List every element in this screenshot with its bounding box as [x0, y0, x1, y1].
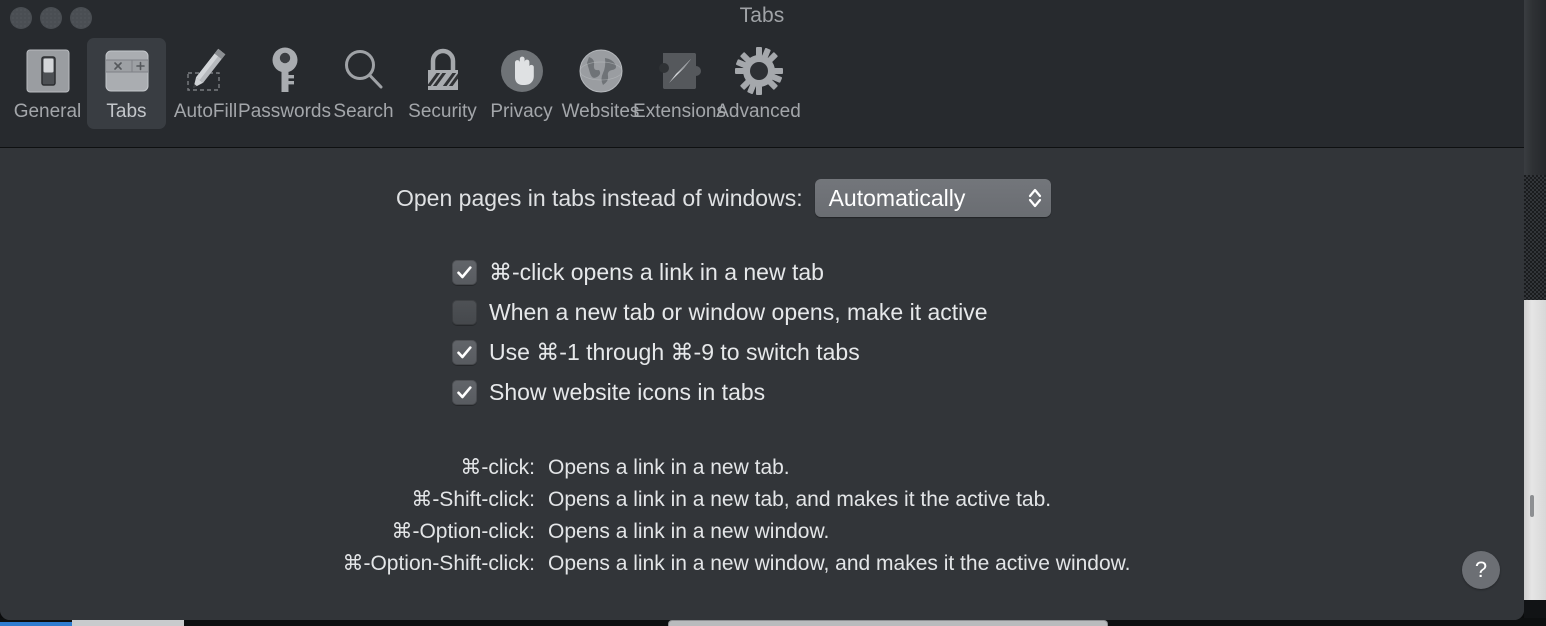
background-checkered-strip — [1524, 175, 1546, 300]
tab-options-list: ⌘-click opens a link in a new tab When a… — [452, 256, 988, 408]
toolbar-item-websites[interactable]: Websites — [561, 38, 640, 129]
checkbox-row-make-active[interactable]: When a new tab or window opens, make it … — [452, 296, 988, 328]
toolbar-label-websites: Websites — [561, 101, 640, 122]
background-window-top-strip — [1524, 0, 1546, 175]
puzzle-icon — [651, 42, 709, 100]
toolbar-label-tabs: Tabs — [106, 101, 147, 122]
background-tab-strip-left — [72, 619, 184, 626]
toolbar-item-general[interactable]: General — [8, 38, 87, 129]
toolbar-item-tabs[interactable]: Tabs — [87, 38, 166, 129]
checkbox-checked-icon[interactable] — [452, 259, 477, 285]
checkbox-unchecked-icon[interactable] — [452, 299, 477, 325]
shortcut-key: ⌘-Option-Shift-click: — [342, 552, 535, 575]
toolbar-label-extensions: Extensions — [633, 101, 726, 122]
globe-icon — [572, 42, 630, 100]
toolbar-item-search[interactable]: Search — [324, 38, 403, 129]
checkbox-label-make-active: When a new tab or window opens, make it … — [489, 298, 988, 325]
open-pages-label: Open pages in tabs instead of windows: — [396, 184, 803, 211]
shortcut-key: ⌘-Option-click: — [391, 520, 535, 543]
pencil-icon — [177, 42, 235, 100]
toolbar-item-autofill[interactable]: AutoFill — [166, 38, 245, 129]
shortcut-row: ⌘-Option-Shift-click: Opens a link in a … — [0, 551, 1524, 580]
chevron-updown-icon — [1027, 185, 1043, 211]
checkbox-label-website-icons: Show website icons in tabs — [489, 378, 766, 405]
background-page-strip — [1524, 300, 1546, 600]
padlock-icon — [414, 42, 472, 100]
shortcut-reference-table: ⌘-click: Opens a link in a new tab. ⌘-Sh… — [0, 455, 1524, 580]
open-pages-value: Automatically — [828, 184, 966, 211]
toolbar-item-advanced[interactable]: Advanced — [716, 38, 801, 129]
shortcut-desc: Opens a link in a new tab. — [548, 456, 790, 479]
toolbar-label-passwords: Passwords — [238, 101, 331, 122]
checkbox-row-cmd-click[interactable]: ⌘-click opens a link in a new tab — [452, 256, 988, 288]
shortcut-row: ⌘-click: Opens a link in a new tab. — [0, 455, 1524, 484]
toolbar-label-autofill: AutoFill — [173, 101, 238, 122]
open-pages-row: Open pages in tabs instead of windows: A… — [0, 179, 1524, 217]
checkbox-checked-icon[interactable] — [452, 379, 477, 405]
switch-icon — [19, 42, 77, 100]
toolbar-label-privacy: Privacy — [490, 101, 553, 122]
background-progress-indicator — [0, 622, 72, 626]
help-button[interactable]: ? — [1462, 551, 1500, 589]
toolbar-item-passwords[interactable]: Passwords — [238, 38, 331, 129]
checkbox-label-switch-tabs: Use ⌘-1 through ⌘-9 to switch tabs — [489, 338, 860, 365]
shortcut-key: ⌘-click: — [460, 456, 535, 479]
background-tab-strip-center — [668, 620, 1108, 626]
preferences-content: Open pages in tabs instead of windows: A… — [0, 148, 1524, 620]
toolbar-label-search: Search — [333, 101, 394, 122]
shortcut-row: ⌘-Option-click: Opens a link in a new wi… — [0, 519, 1524, 548]
window-title: Tabs — [739, 4, 785, 27]
checkbox-row-switch-tabs[interactable]: Use ⌘-1 through ⌘-9 to switch tabs — [452, 336, 988, 368]
toolbar-label-security: Security — [408, 101, 477, 122]
shortcut-key: ⌘-Shift-click: — [411, 488, 535, 511]
toolbar-item-extensions[interactable]: Extensions — [633, 38, 726, 129]
shortcut-row: ⌘-Shift-click: Opens a link in a new tab… — [0, 487, 1524, 516]
background-scrollbar — [1530, 495, 1534, 517]
gear-icon — [730, 42, 788, 100]
key-icon — [256, 42, 314, 100]
magnifier-icon — [335, 42, 393, 100]
shortcut-desc: Opens a link in a new tab, and makes it … — [548, 488, 1052, 511]
shortcut-desc: Opens a link in a new window. — [548, 520, 830, 543]
hand-icon — [493, 42, 551, 100]
toolbar-item-security[interactable]: Security — [403, 38, 482, 129]
open-pages-select[interactable]: Automatically — [814, 179, 1051, 217]
toolbar-item-privacy[interactable]: Privacy — [482, 38, 561, 129]
checkbox-checked-icon[interactable] — [452, 339, 477, 365]
toolbar-label-advanced: Advanced — [716, 101, 801, 122]
checkbox-row-website-icons[interactable]: Show website icons in tabs — [452, 376, 988, 408]
preferences-window: Tabs General Tabs AutoFill Passwords Sea… — [0, 0, 1524, 620]
toolbar-label-general: General — [13, 101, 82, 122]
checkbox-label-cmd-click: ⌘-click opens a link in a new tab — [489, 258, 824, 285]
tabs-icon — [98, 42, 156, 100]
titlebar-toolbar: Tabs General Tabs AutoFill Passwords Sea… — [0, 0, 1524, 148]
shortcut-desc: Opens a link in a new window, and makes … — [548, 552, 1131, 575]
preferences-toolbar: General Tabs AutoFill Passwords Search S… — [8, 38, 801, 129]
